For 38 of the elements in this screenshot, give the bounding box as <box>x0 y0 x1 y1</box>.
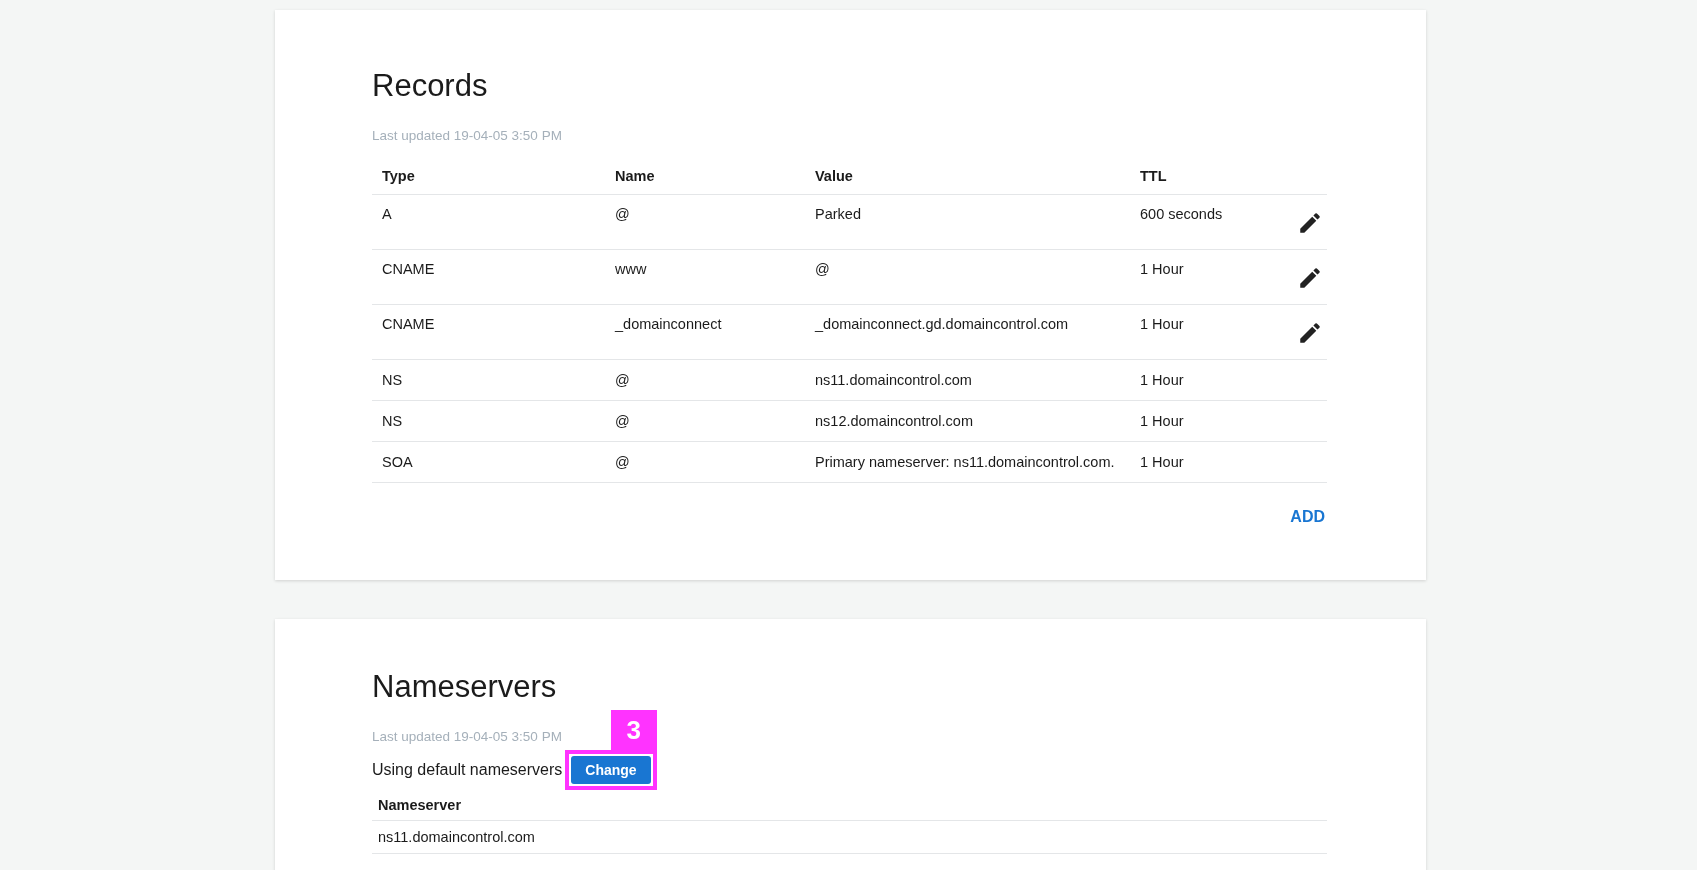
section-title: Records <box>372 67 489 105</box>
table-cell-text: CNAME <box>381 260 436 277</box>
table-cell-text: @ <box>614 413 631 429</box>
add-button[interactable]: ADD <box>1288 508 1327 526</box>
table-cell-text: _domainconnect <box>613 315 723 332</box>
table-cell-text: 1 Hour <box>1139 315 1185 332</box>
table-cell-text: CNAME <box>381 315 436 332</box>
table-cell-text: NS <box>381 413 404 429</box>
table-cell-text: SOA <box>381 454 414 470</box>
last-updated-text: Last updated 19-04-05 3:50 PM <box>372 729 562 744</box>
column-header: TTL <box>1139 167 1168 184</box>
column-header: Nameserver <box>372 790 1327 821</box>
table-cell-text: ns12.domaincontrol.com <box>814 413 974 429</box>
table-cell-text: Parked <box>814 205 862 222</box>
change-button[interactable]: Change <box>571 756 651 784</box>
table-cell-text: 600 seconds <box>1139 205 1224 222</box>
step-number-badge: 3 <box>610 710 657 750</box>
table-cell-text: _domainconnect.gd.domaincontrol.com <box>813 315 1070 332</box>
table-cell-text: @ <box>614 205 631 222</box>
table-cell-text: @ <box>814 260 831 277</box>
table-cell: ns11.domaincontrol.com <box>372 821 1327 854</box>
table-cell-text: ns11.domaincontrol.com <box>814 372 973 388</box>
table-cell-text: NS <box>381 372 404 388</box>
table-cell-text: 1 Hour <box>1139 454 1185 470</box>
table-cell-text: 1 Hour <box>1139 372 1185 388</box>
column-header: Value <box>814 167 854 184</box>
table-cell-text: www <box>614 260 648 277</box>
table-cell-text: @ <box>614 454 631 470</box>
section-title: Nameservers <box>372 668 558 706</box>
column-header: Type <box>381 167 416 184</box>
table-cell-text: 1 Hour <box>1139 413 1185 429</box>
last-updated-text: Last updated 19-04-05 3:50 PM <box>372 128 562 143</box>
table-cell-text: 1 Hour <box>1139 260 1185 277</box>
column-header: Name <box>614 167 656 184</box>
table-cell-text: Primary nameserver: ns11.domaincontrol.com. <box>814 454 1116 470</box>
table-cell-text: @ <box>614 372 631 388</box>
nameserver-status-text: Using default nameservers <box>372 761 563 779</box>
table-cell-text: A <box>381 205 393 222</box>
